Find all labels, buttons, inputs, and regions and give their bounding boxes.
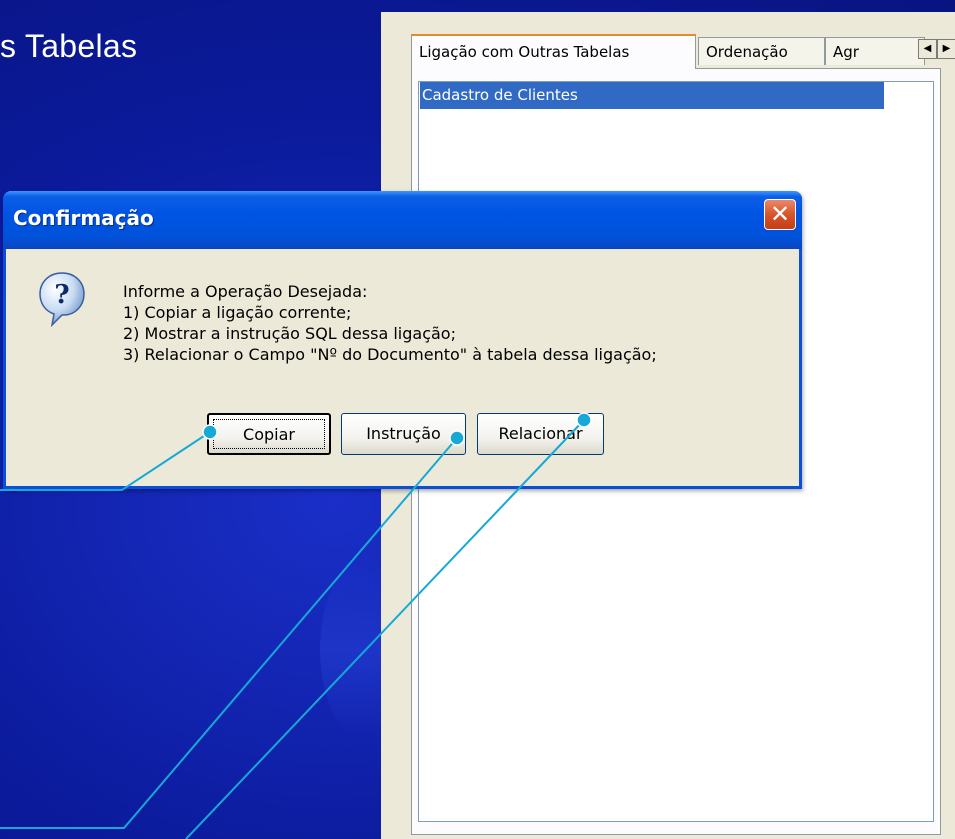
tab-scroll-right-icon[interactable]: ▶ (937, 39, 955, 59)
relate-button[interactable]: Relacionar (477, 413, 604, 455)
slide-title: s Tabelas (0, 28, 138, 64)
dialog-title: Confirmação (13, 206, 154, 230)
copy-button[interactable]: Copiar (207, 413, 331, 455)
tab-strip: Ligação com Outras Tabelas Ordenação Agr… (411, 34, 955, 69)
tab-agr[interactable]: Agr (825, 37, 925, 65)
close-icon: ✕ (769, 200, 791, 228)
close-button[interactable]: ✕ (764, 199, 796, 230)
instruction-button-label: Instrução (366, 424, 441, 443)
tab-ordenacao[interactable]: Ordenação (698, 37, 825, 65)
message-line: 2) Mostrar a instrução SQL dessa ligação… (123, 324, 456, 343)
message-line: 1) Copiar a ligação corrente; (123, 303, 352, 322)
dialog-message: Informe a Operação Desejada: 1) Copiar a… (123, 281, 657, 365)
focus-rectangle (213, 419, 325, 449)
confirmation-dialog: Confirmação ✕ ? Informe a Operação Desej… (3, 191, 802, 489)
question-icon: ? (39, 272, 85, 327)
relate-button-label: Relacionar (498, 424, 583, 443)
svg-text:?: ? (54, 280, 69, 310)
list-item[interactable]: Cadastro de Clientes (420, 82, 884, 109)
dialog-titlebar[interactable]: Confirmação ✕ (3, 191, 802, 249)
message-line: 3) Relacionar o Campo "Nº do Documento" … (123, 345, 657, 364)
instruction-button[interactable]: Instrução (341, 413, 466, 455)
tab-scroll-left-icon[interactable]: ◀ (918, 39, 937, 59)
message-line: Informe a Operação Desejada: (123, 282, 368, 301)
tab-ligacao[interactable]: Ligação com Outras Tabelas (411, 34, 696, 69)
